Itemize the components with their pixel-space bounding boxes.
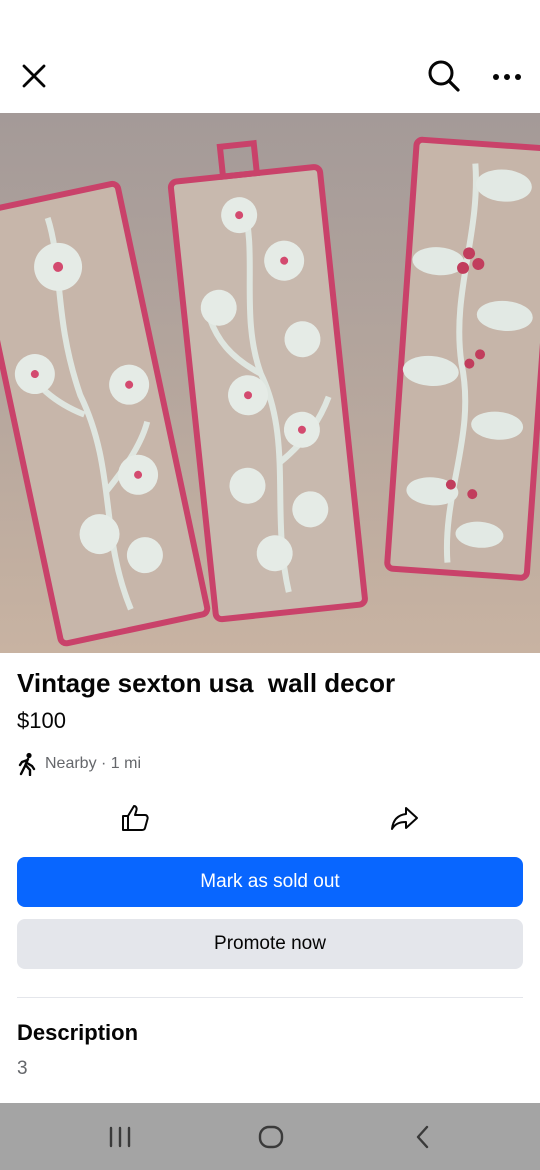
search-button[interactable] (423, 55, 465, 97)
search-icon (428, 60, 460, 92)
divider (17, 997, 523, 998)
home-button[interactable] (253, 1119, 289, 1155)
recents-icon (109, 1126, 131, 1148)
listing-photo[interactable] (0, 113, 540, 653)
description-heading: Description (17, 1020, 139, 1045)
listing-photo-image (0, 113, 540, 653)
walking-person-icon (18, 752, 36, 776)
description-text: 3 (17, 1058, 28, 1079)
thumbs-up-icon (122, 805, 149, 831)
share-icon (391, 807, 418, 830)
more-icon (493, 74, 521, 80)
back-icon (416, 1125, 429, 1149)
close-button[interactable] (14, 56, 54, 96)
top-bar (0, 0, 540, 113)
more-options-button[interactable] (488, 58, 526, 96)
recents-button[interactable] (102, 1119, 138, 1155)
like-button[interactable] (115, 798, 155, 838)
listing-title: Vintage sexton usa wall decor (17, 668, 396, 698)
home-icon (258, 1125, 284, 1149)
location-text: Nearby · 1 mi (45, 755, 142, 772)
system-navigation-bar (0, 1103, 540, 1170)
share-button[interactable] (384, 798, 424, 838)
mark-as-sold-button[interactable]: Mark as sold out (17, 857, 523, 907)
listing-location: Nearby · 1 mi (17, 752, 141, 776)
listing-price: $100 (17, 708, 66, 733)
back-button[interactable] (405, 1119, 441, 1155)
close-icon (22, 64, 46, 88)
promote-now-button[interactable]: Promote now (17, 919, 523, 969)
